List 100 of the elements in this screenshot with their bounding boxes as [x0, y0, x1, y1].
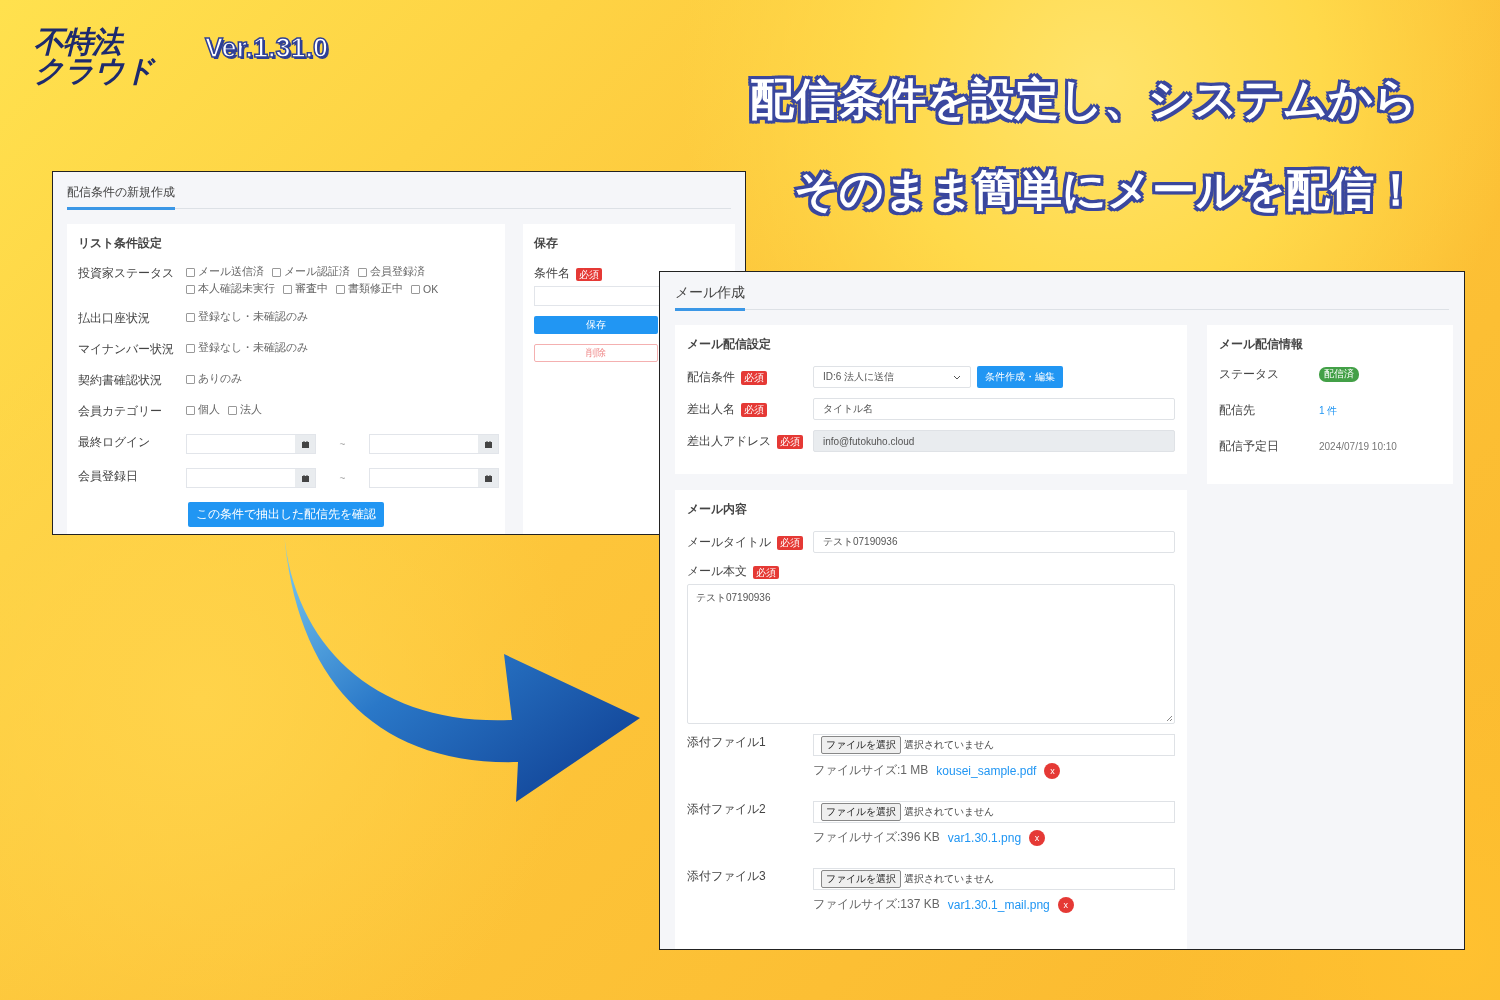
- checkbox[interactable]: [186, 284, 195, 294]
- info-label: ステータス: [1219, 366, 1280, 383]
- file-status: 選択されていません: [904, 872, 994, 886]
- logo-text: 不特法: [34, 28, 154, 57]
- checkbox-option[interactable]: 本人確認未実行: [186, 282, 275, 296]
- field-label: 添付ファイル3: [687, 868, 767, 885]
- calendar-button[interactable]: [295, 435, 315, 453]
- choose-file-button[interactable]: ファイルを選択: [821, 803, 901, 821]
- remove-file-button[interactable]: x: [1057, 896, 1074, 913]
- checkbox-option[interactable]: 個人: [186, 403, 220, 417]
- date-field[interactable]: [369, 434, 499, 454]
- checkbox-option[interactable]: OK: [411, 282, 439, 296]
- panel-title: 保存: [534, 236, 559, 251]
- body-textarea[interactable]: テスト07190936: [687, 584, 1175, 724]
- field-label: 契約書確認状況: [78, 372, 163, 389]
- file-size: ファイルサイズ:1 MB: [813, 762, 929, 779]
- recipients-link[interactable]: 1 件: [1319, 403, 1441, 418]
- date-field[interactable]: [186, 434, 316, 454]
- checkbox[interactable]: [336, 284, 345, 294]
- condition-select[interactable]: ID:6 法人に送信: [813, 366, 971, 388]
- checkbox-option[interactable]: 審査中: [283, 282, 328, 296]
- required-badge: 必須: [741, 403, 767, 417]
- checkbox-option[interactable]: 登録なし・未確認のみ: [186, 310, 308, 324]
- field-label: 最終ログイン: [78, 434, 151, 451]
- checkbox[interactable]: [283, 284, 292, 294]
- required-badge: 必須: [777, 536, 803, 550]
- info-label: 配信予定日: [1219, 438, 1280, 455]
- range-separator: ~: [338, 472, 347, 484]
- field-label: 差出人名: [687, 401, 735, 416]
- field-label: 会員登録日: [78, 468, 139, 485]
- file-size: ファイルサイズ:137 KB: [813, 896, 940, 913]
- calendar-button[interactable]: [478, 435, 498, 453]
- page-title: メール作成: [675, 282, 745, 311]
- resize-grip-icon[interactable]: [1166, 715, 1173, 722]
- field-label: メール本文: [687, 564, 747, 578]
- file-link[interactable]: var1.30.1.png: [947, 830, 1022, 845]
- file-input[interactable]: ファイルを選択 選択されていません: [813, 734, 1175, 756]
- file-link[interactable]: kousei_sample.pdf: [936, 763, 1037, 778]
- checkbox-option[interactable]: メール認証済: [272, 265, 350, 279]
- file-status: 選択されていません: [904, 805, 994, 819]
- checkbox-option[interactable]: ありのみ: [186, 372, 242, 386]
- field-label: メールタイトル: [687, 534, 771, 549]
- status-badge: 配信済: [1319, 367, 1359, 382]
- checkbox-option[interactable]: 会員登録済: [358, 265, 425, 279]
- file-input[interactable]: ファイルを選択 選択されていません: [813, 801, 1175, 823]
- checkbox-option[interactable]: 登録なし・未確認のみ: [186, 341, 308, 355]
- required-badge: 必須: [753, 565, 779, 580]
- condition-name-field[interactable]: [534, 286, 660, 306]
- panel-title: メール配信設定: [687, 337, 772, 352]
- checkbox[interactable]: [186, 312, 195, 322]
- sender-address-field: info@futokuho.cloud: [813, 430, 1175, 452]
- remove-file-button[interactable]: x: [1029, 829, 1046, 846]
- date-field[interactable]: [186, 468, 316, 488]
- page-title: 配信条件の新規作成: [67, 182, 175, 210]
- sender-name-field[interactable]: タイトル名: [813, 398, 1175, 420]
- remove-file-button[interactable]: x: [1044, 762, 1061, 779]
- file-size: ファイルサイズ:396 KB: [813, 829, 940, 846]
- headline: 配信条件を設定し、システムから: [749, 73, 1419, 125]
- checkbox-option[interactable]: メール送信済: [186, 265, 264, 279]
- checkbox[interactable]: [186, 267, 195, 277]
- version-label: Ver.1.31.0: [205, 33, 329, 64]
- panel-title: リスト条件設定: [78, 236, 163, 251]
- field-label: 条件名: [534, 266, 570, 280]
- file-input[interactable]: ファイルを選択 選択されていません: [813, 868, 1175, 890]
- field-label: 添付ファイル1: [687, 734, 767, 751]
- choose-file-button[interactable]: ファイルを選択: [821, 736, 901, 754]
- subject-field[interactable]: テスト07190936: [813, 531, 1175, 553]
- field-label: 投資家ステータス: [78, 265, 175, 282]
- date-field[interactable]: [369, 468, 499, 488]
- field-label: 払出口座状況: [78, 310, 151, 327]
- calendar-icon: [301, 440, 309, 448]
- info-label: 配信先: [1219, 402, 1256, 419]
- checkbox[interactable]: [186, 405, 195, 415]
- checkbox[interactable]: [411, 284, 420, 294]
- checkbox[interactable]: [358, 267, 367, 277]
- required-badge: 必須: [777, 435, 803, 449]
- checkbox[interactable]: [272, 267, 281, 277]
- panel-title: メール配信情報: [1219, 337, 1304, 352]
- field-label: 会員カテゴリー: [78, 403, 163, 420]
- headline: そのまま簡単にメールを配信！: [793, 164, 1419, 217]
- checkbox-option[interactable]: 書類修正中: [336, 282, 403, 296]
- calendar-icon: [301, 474, 309, 482]
- field-label: 配信条件: [687, 369, 735, 384]
- checkbox[interactable]: [186, 343, 195, 353]
- checkbox-option[interactable]: 法人: [228, 403, 262, 417]
- logo-text: クラウド: [34, 56, 154, 85]
- checkbox[interactable]: [186, 374, 195, 384]
- body-text: テスト07190936: [696, 592, 771, 603]
- choose-file-button[interactable]: ファイルを選択: [821, 870, 901, 888]
- calendar-button[interactable]: [478, 469, 498, 487]
- scheduled-date: 2024/07/19 10:10: [1319, 441, 1398, 452]
- file-status: 選択されていません: [904, 738, 994, 752]
- field-label: マイナンバー状況: [78, 341, 175, 358]
- required-badge: 必須: [576, 267, 602, 282]
- field-label: 差出人アドレス: [687, 433, 771, 448]
- required-badge: 必須: [741, 371, 767, 385]
- file-link[interactable]: var1.30.1_mail.png: [947, 897, 1050, 912]
- checkbox[interactable]: [228, 405, 237, 415]
- calendar-button[interactable]: [295, 469, 315, 487]
- panel-title: メール内容: [687, 502, 748, 517]
